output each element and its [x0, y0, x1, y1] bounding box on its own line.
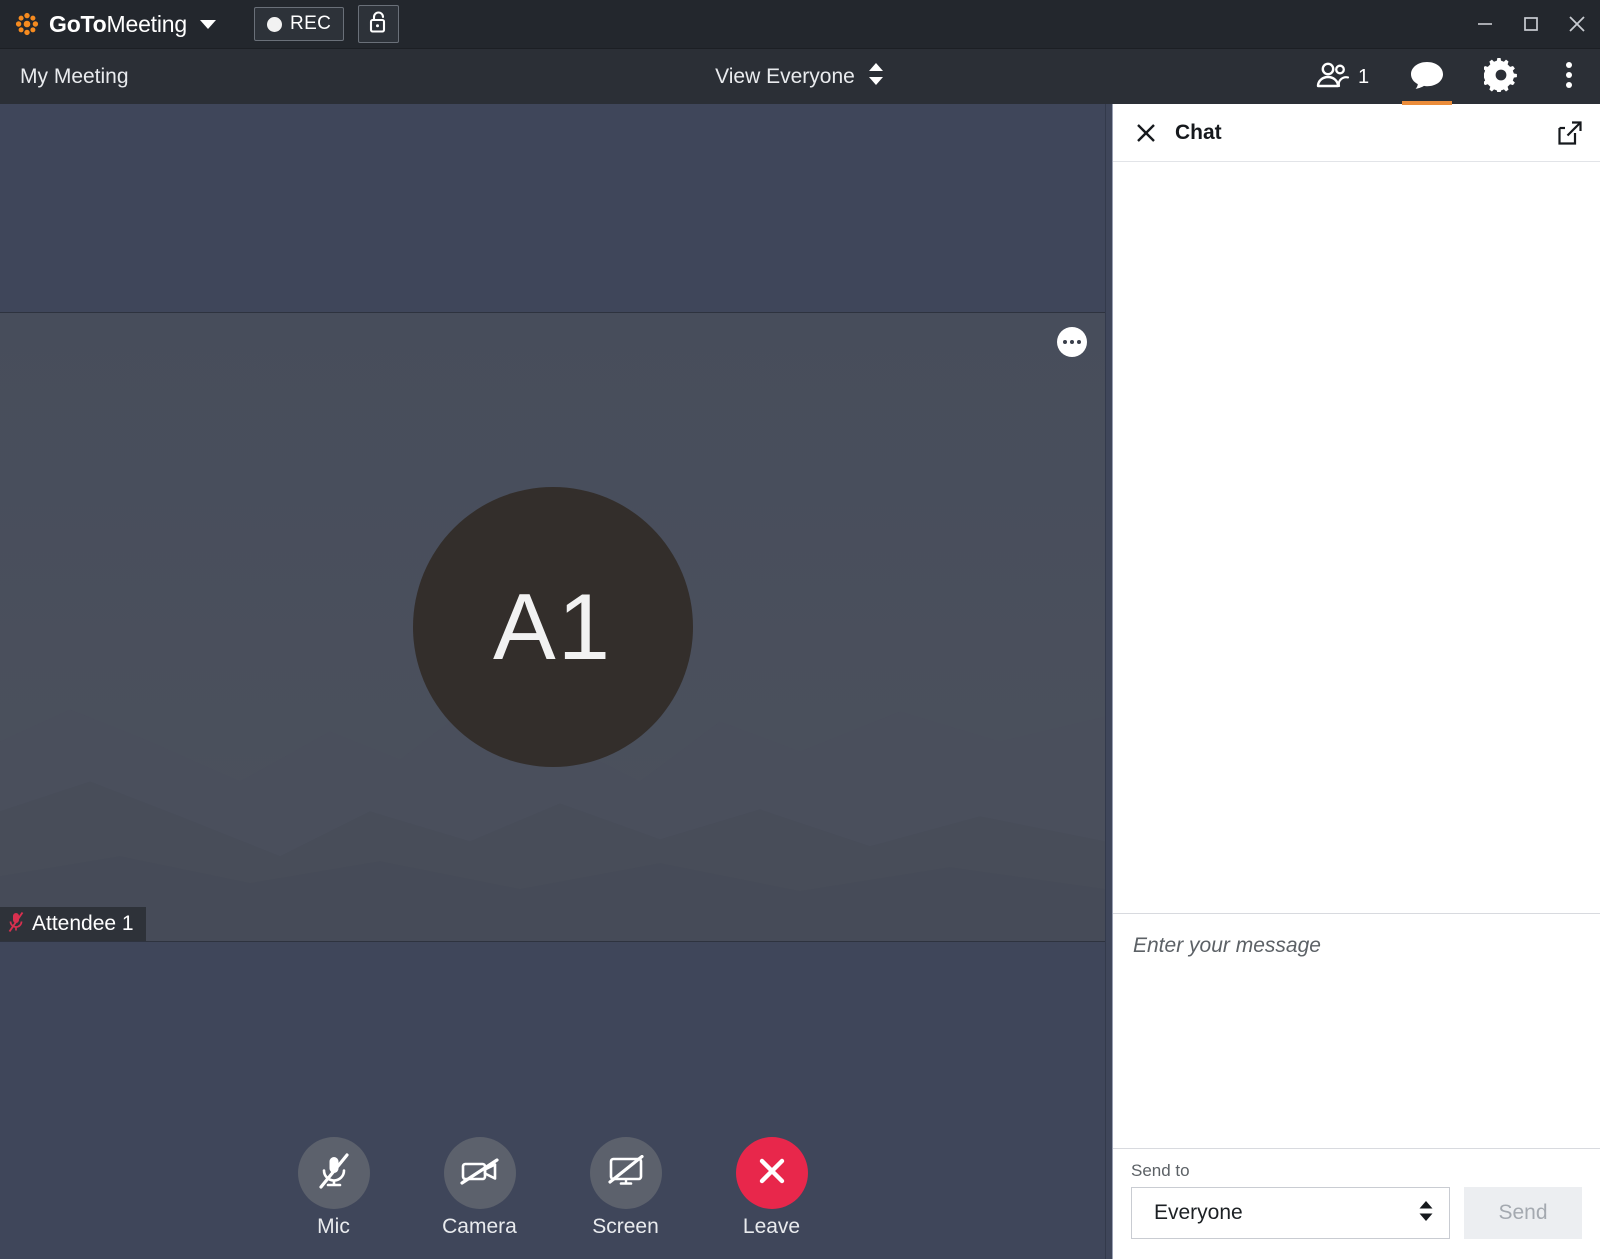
panel-splitter[interactable] [1105, 104, 1113, 1259]
send-to-value: Everyone [1154, 1201, 1243, 1224]
mic-button-label: Mic [317, 1215, 350, 1238]
screen-button-circle [589, 1137, 662, 1209]
screen-share-button[interactable]: Screen [572, 1137, 680, 1239]
more-options-button[interactable] [1538, 49, 1600, 105]
screen-off-icon [607, 1154, 645, 1192]
camera-button-label: Camera [442, 1215, 517, 1238]
stage-bottom-spacer [0, 942, 1105, 1259]
avatar: A1 [412, 487, 693, 767]
people-icon [1315, 61, 1351, 94]
chat-footer: Send to Everyone Send [1113, 1149, 1600, 1259]
participants-button[interactable]: 1 [1294, 49, 1390, 105]
gotomeeting-asterisk-logo-icon [14, 11, 40, 37]
send-to-label: Send to [1131, 1161, 1190, 1180]
chat-panel-title: Chat [1175, 120, 1222, 144]
chat-panel-header: Chat [1113, 104, 1600, 162]
chat-bubble-icon [1409, 59, 1445, 96]
up-down-chevron-icon [867, 61, 885, 92]
chat-popout-button[interactable] [1554, 117, 1586, 149]
camera-button-circle [443, 1137, 516, 1209]
camera-button[interactable]: Camera [426, 1137, 534, 1239]
participants-count: 1 [1357, 65, 1370, 88]
meeting-stage: A1 Attendee 1 Mic Camera Screen Leave [0, 104, 1105, 1259]
chat-message-input[interactable]: Enter your message [1113, 914, 1600, 1149]
view-mode-switcher[interactable]: View Everyone [685, 49, 915, 104]
main-body: A1 Attendee 1 Mic Camera Screen Leave Ch… [0, 104, 1600, 1259]
window-close-button[interactable] [1554, 0, 1600, 48]
leave-button-circle [735, 1137, 808, 1209]
settings-button[interactable] [1464, 49, 1538, 105]
video-tile-attendee-1[interactable]: A1 Attendee 1 [0, 312, 1105, 942]
up-down-chevron-icon [1417, 1198, 1435, 1229]
brand-thin: Meeting [106, 10, 188, 37]
title-bar: GoToMeeting REC [0, 0, 1600, 48]
chat-message-list[interactable] [1113, 162, 1600, 914]
send-to-row: Everyone Send [1131, 1187, 1582, 1239]
send-to-select[interactable]: Everyone [1131, 1187, 1450, 1239]
window-minimize-button[interactable] [1462, 0, 1508, 48]
close-icon [1137, 123, 1155, 142]
avatar-initials: A1 [493, 574, 612, 679]
three-dots-icon-dot [1077, 340, 1081, 344]
minimize-icon [1478, 23, 1492, 25]
menu-bar: My Meeting View Everyone 1 [0, 48, 1600, 105]
send-button[interactable]: Send [1464, 1187, 1582, 1239]
record-label: REC [289, 13, 332, 34]
chat-tab-button[interactable] [1390, 49, 1464, 105]
gotomeeting-window: GoToMeeting REC My Meeting View Everyone… [0, 0, 1600, 1259]
close-x-icon [754, 1153, 790, 1194]
camera-off-icon [459, 1156, 500, 1191]
view-mode-label: View Everyone [715, 64, 855, 88]
mic-button-circle [297, 1137, 370, 1209]
leave-button[interactable]: Leave [718, 1137, 826, 1239]
record-dot-icon [266, 16, 282, 32]
lock-meeting-button[interactable] [358, 5, 400, 43]
maximize-icon [1524, 17, 1538, 31]
three-dots-icon-dot [1070, 340, 1074, 344]
tile-more-options-button[interactable] [1057, 327, 1087, 357]
mic-button[interactable]: Mic [280, 1137, 388, 1239]
brand-bold: GoTo [49, 10, 107, 37]
chat-message-placeholder: Enter your message [1133, 934, 1321, 957]
window-maximize-button[interactable] [1508, 0, 1554, 48]
vertical-dots-icon [1564, 60, 1574, 95]
record-button[interactable]: REC [253, 7, 345, 41]
mic-muted-icon [8, 911, 24, 938]
pop-out-icon [1558, 120, 1582, 145]
screen-button-label: Screen [592, 1215, 659, 1238]
gear-icon [1481, 57, 1518, 97]
leave-button-label: Leave [742, 1215, 801, 1238]
brand-menu[interactable]: GoToMeeting [14, 0, 216, 48]
attendee-name-label: Attendee 1 [32, 912, 134, 935]
unlocked-padlock-icon [368, 10, 389, 39]
chat-close-button[interactable] [1131, 118, 1161, 148]
chat-panel: Chat Enter your message Send to Everyone… [1113, 104, 1600, 1259]
mic-muted-icon [317, 1152, 351, 1195]
attendee-name-badge: Attendee 1 [0, 907, 146, 941]
stage-top-spacer [0, 104, 1105, 312]
brand-text: GoToMeeting [49, 10, 188, 37]
window-controls [1462, 0, 1600, 48]
menu-actions: 1 [1294, 49, 1600, 105]
page-title: My Meeting [20, 64, 129, 88]
close-icon [1569, 16, 1585, 32]
three-dots-icon-dot [1063, 340, 1067, 344]
chevron-down-icon[interactable] [199, 19, 216, 29]
